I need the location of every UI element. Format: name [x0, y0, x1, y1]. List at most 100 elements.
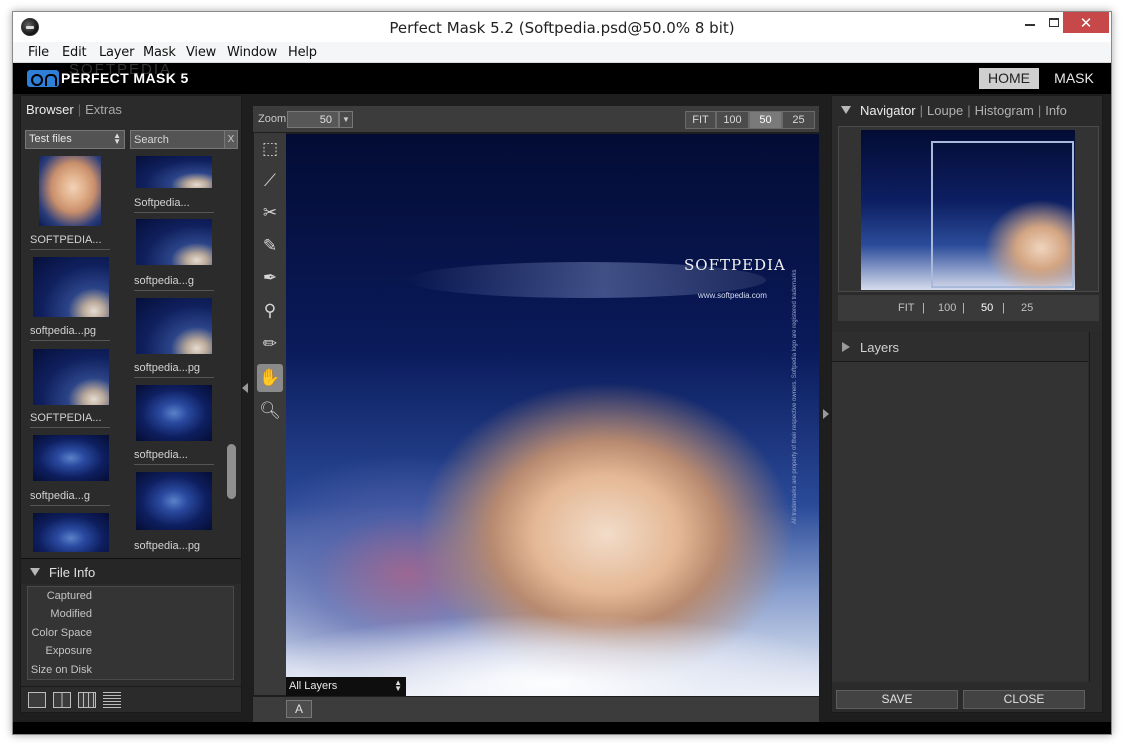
thumbnail-divider — [134, 377, 214, 378]
browser-tabs: Browser | Extras — [26, 102, 122, 117]
zoom-tool-icon[interactable]: 🔍︎ — [257, 397, 283, 425]
tab-loupe[interactable]: Loupe — [927, 103, 963, 118]
file-info-header[interactable]: File Info — [21, 558, 241, 584]
thumbnail[interactable] — [136, 298, 212, 354]
thumbnail[interactable] — [39, 156, 101, 226]
tab-separator: | — [1037, 103, 1042, 118]
hand-tool-icon[interactable]: ✋ — [257, 364, 283, 392]
file-info-title: File Info — [49, 565, 96, 580]
menu-window[interactable]: Window — [227, 45, 277, 60]
close-window-button[interactable]: ✕ — [1063, 12, 1109, 33]
file-info-box: Captured Modified Color Space Exposure S… — [27, 586, 234, 680]
nav-zoom-100[interactable]: 100 — [938, 302, 956, 314]
menu-view[interactable]: View — [186, 45, 216, 60]
two-column-view-icon[interactable] — [53, 692, 71, 708]
collapse-right-arrow-icon[interactable] — [823, 409, 829, 419]
color-brush-tool-icon[interactable]: ✏ — [257, 330, 283, 358]
layers-select[interactable]: All Layers ▲ ▼ — [286, 677, 406, 696]
zoom-dropdown-icon[interactable]: ▼ — [339, 111, 353, 128]
thumbnail[interactable] — [33, 349, 109, 405]
expand-triangle-icon — [30, 568, 40, 576]
thumbnail-caption: softpedia...pg — [134, 362, 201, 374]
tab-histogram[interactable]: Histogram — [975, 103, 1034, 118]
thumbnail-divider — [30, 340, 110, 341]
collapse-left-arrow-icon[interactable] — [242, 383, 248, 393]
zoom-100-button[interactable]: 100 — [716, 111, 749, 129]
nav-zoom-fit[interactable]: FIT — [898, 302, 915, 314]
tab-navigator[interactable]: Navigator — [860, 103, 916, 118]
file-info-row: Exposure — [45, 645, 92, 657]
browser-panel: Browser | Extras Test files ▲ ▼ Search X SO… — [20, 95, 242, 713]
tab-extras[interactable]: Extras — [85, 102, 122, 117]
thumbnail-divider — [134, 212, 214, 213]
search-clear-button[interactable]: X — [224, 130, 238, 149]
menu-edit[interactable]: Edit — [62, 45, 87, 60]
nav-zoom-25[interactable]: 25 — [1021, 302, 1033, 314]
eyedropper-tool-icon[interactable]: ⚲ — [257, 297, 283, 325]
brand-bar: SOFTPEDIA PERFECT MASK 5 HOME MASK — [13, 61, 1111, 94]
thumbnail-divider — [30, 249, 110, 250]
tab-browser[interactable]: Browser — [26, 102, 74, 117]
list-view-icon[interactable] — [103, 692, 121, 708]
save-button[interactable]: SAVE — [836, 690, 958, 709]
nav-zoom-separator: | — [922, 302, 925, 314]
tool-palette: ⬚ ⟋ ✂ ✎ ✒ ⚲ ✏ ✋ 🔍︎ — [254, 133, 286, 695]
folder-select[interactable]: Test files ▲ ▼ — [25, 130, 125, 149]
thumbnail[interactable] — [136, 472, 212, 530]
layers-header[interactable]: Layers — [832, 332, 1088, 362]
minimize-icon — [1025, 23, 1035, 26]
menu-help[interactable]: Help — [288, 45, 317, 60]
thumbnail-divider — [134, 464, 214, 465]
thumbnail[interactable] — [33, 513, 109, 552]
thumbnail[interactable] — [136, 219, 212, 265]
single-view-icon[interactable] — [28, 692, 46, 708]
a-button[interactable]: A — [286, 700, 312, 718]
three-column-view-icon[interactable] — [78, 692, 96, 708]
app-window: Perfect Mask 5.2 (Softpedia.psd@50.0% 8 … — [12, 11, 1112, 735]
thumbnail-caption: SOFTPEDIA... — [30, 234, 102, 246]
marquee-tool-icon[interactable]: ⬚ — [257, 135, 283, 163]
tab-info[interactable]: Info — [1045, 103, 1067, 118]
thumbnail[interactable] — [136, 385, 212, 441]
zoom-25-button[interactable]: 25 — [782, 111, 815, 129]
layers-list[interactable] — [832, 362, 1088, 682]
pen-tool-icon[interactable]: ✒ — [257, 264, 283, 292]
title-bar[interactable]: Perfect Mask 5.2 (Softpedia.psd@50.0% 8 … — [13, 12, 1111, 42]
menu-mask[interactable]: Mask — [143, 45, 176, 60]
image-canvas[interactable]: SOFTPEDIA www.softpedia.com All trademar… — [286, 134, 819, 696]
thumbnail-divider — [30, 427, 110, 428]
view-mode-bar — [21, 686, 241, 712]
search-input[interactable]: Search — [130, 130, 225, 149]
navigator-view-frame[interactable] — [931, 141, 1074, 288]
home-button[interactable]: HOME — [979, 68, 1039, 89]
thumbnail-grid: SOFTPEDIA... Softpedia... softpedia...g … — [25, 156, 221, 552]
nav-zoom-50[interactable]: 50 — [981, 302, 993, 314]
thumbnail-caption: softpedia...pg — [30, 325, 97, 337]
layers-scrollbar[interactable] — [1089, 332, 1102, 682]
crop-tool-icon[interactable]: ⟋ — [257, 167, 283, 195]
close-button[interactable]: CLOSE — [963, 690, 1085, 709]
file-info-row: Size on Disk — [30, 664, 92, 676]
expand-triangle-icon[interactable] — [841, 106, 851, 114]
tab-separator: | — [919, 103, 924, 118]
file-info-row: Modified — [50, 608, 92, 620]
navigator-tabs: Navigator | Loupe | Histogram | Info — [860, 103, 1067, 118]
navigator-header: Navigator | Loupe | Histogram | Info — [832, 96, 1102, 124]
zoom-input[interactable]: 50 — [287, 111, 339, 128]
menu-layer[interactable]: Layer — [99, 45, 134, 60]
navigator-preview-image[interactable] — [861, 130, 1075, 290]
browser-scrollbar-thumb[interactable] — [227, 444, 236, 499]
zoom-fit-button[interactable]: FIT — [685, 111, 716, 129]
brush-tool-icon[interactable]: ✎ — [257, 232, 283, 260]
layers-title: Layers — [860, 340, 900, 355]
mask-button[interactable]: MASK — [1049, 68, 1099, 89]
scissors-tool-icon[interactable]: ✂ — [257, 199, 283, 227]
thumbnail-caption: SOFTPEDIA... — [30, 412, 102, 424]
thumbnail[interactable] — [136, 156, 212, 188]
thumbnail[interactable] — [33, 257, 109, 317]
canvas-side-text: All trademarks are property of their res… — [792, 269, 798, 524]
zoom-50-button[interactable]: 50 — [749, 111, 782, 129]
thumbnail[interactable] — [33, 435, 109, 481]
menu-file[interactable]: File — [28, 45, 49, 60]
file-info-row: Color Space — [31, 627, 92, 639]
